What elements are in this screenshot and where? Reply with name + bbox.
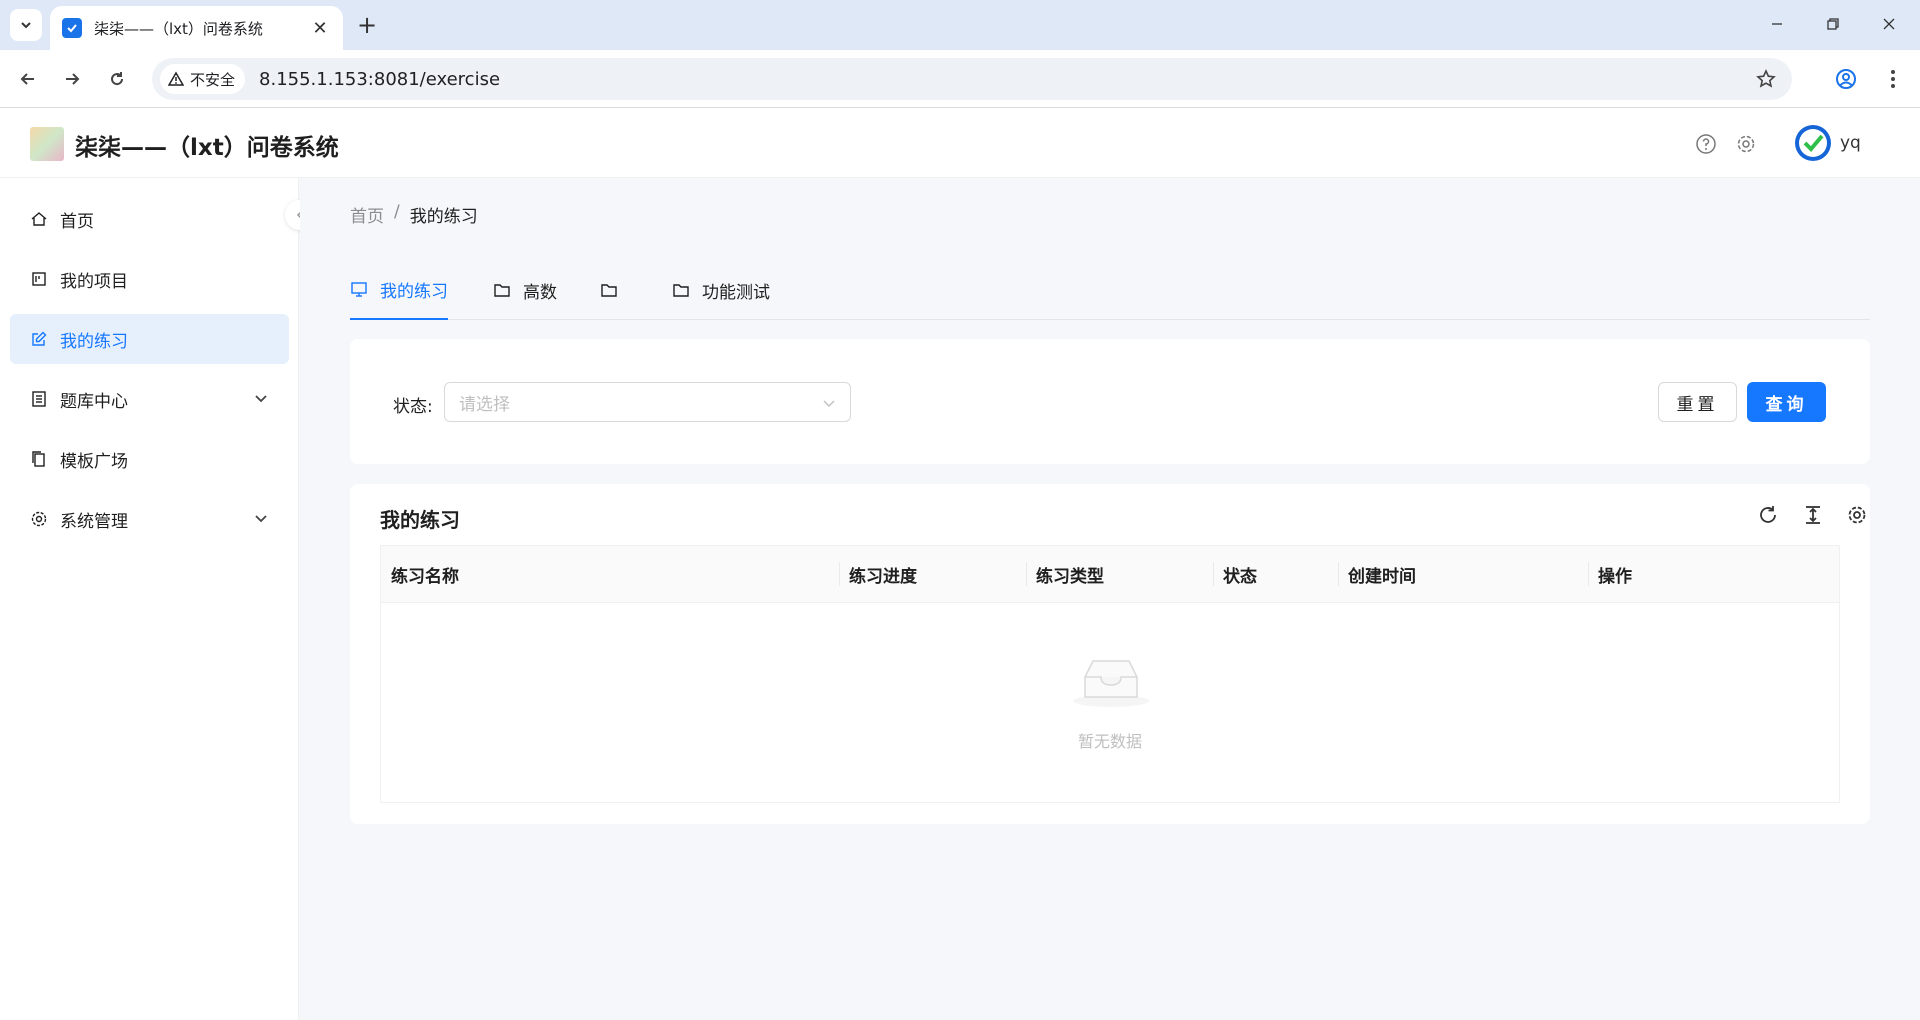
edit-icon (30, 330, 48, 348)
exercise-table: 练习名称 练习进度 练习类型 状态 创建时间 操作 暂无数据 (380, 545, 1840, 803)
app-logo[interactable] (30, 127, 64, 161)
empty-inbox-icon (1073, 660, 1149, 707)
security-label: 不安全 (190, 70, 236, 89)
tab-functional-test[interactable]: 功能测试 (672, 260, 770, 320)
arrow-right-icon (66, 73, 80, 85)
close-window-button[interactable] (1866, 8, 1912, 40)
reload-icon (111, 72, 124, 86)
sidebar-item-home[interactable]: 首页 (10, 194, 289, 244)
column-header-type[interactable]: 练习类型 (1026, 546, 1213, 603)
security-chip[interactable]: 不安全 (160, 64, 246, 94)
chevron-down-icon (21, 22, 31, 29)
monitor-icon (350, 280, 368, 298)
new-tab-button[interactable]: + (353, 11, 381, 39)
url-text[interactable]: 8.155.1.153:8081/exercise (259, 69, 500, 90)
filter-panel: 状态: 请选择 重置 查询 (350, 339, 1870, 464)
sidebar-item-exercises[interactable]: 我的练习 (10, 314, 289, 364)
status-filter-label: 状态: (393, 397, 433, 417)
browser-tab-bar: 柒柒——（lxt）问卷系统 ✕ + (0, 0, 1920, 50)
column-header-progress[interactable]: 练习进度 (839, 546, 1026, 603)
home-icon (30, 210, 48, 228)
breadcrumb: 首页 / 我的练习 (350, 202, 478, 227)
arrow-left-icon (20, 73, 34, 85)
tab-label: 功能测试 (702, 282, 770, 303)
sidebar-item-templates[interactable]: 模板广场 (10, 434, 289, 484)
account-circle-icon (1836, 69, 1856, 89)
reload-button[interactable] (101, 63, 133, 95)
tab-advanced-math[interactable]: 高数 (493, 260, 557, 320)
close-tab-icon[interactable]: ✕ (309, 17, 331, 39)
warning-icon (168, 71, 184, 86)
sidebar-item-label: 题库中心 (60, 391, 128, 412)
breadcrumb-separator: / (394, 202, 400, 222)
copy-icon (30, 450, 48, 468)
table-header: 练习名称 练习进度 练习类型 状态 创建时间 操作 (381, 546, 1839, 603)
book-icon (30, 390, 48, 408)
tab-unnamed-folder[interactable] (600, 260, 630, 320)
favicon-check-icon (62, 18, 82, 38)
empty-state: 暂无数据 (381, 603, 1839, 802)
tab-label: 高数 (523, 282, 557, 303)
browser-menu-button[interactable] (1877, 63, 1909, 95)
gear-icon (30, 510, 48, 528)
breadcrumb-current: 我的练习 (409, 207, 478, 227)
restore-button[interactable] (1810, 8, 1856, 40)
tab-my-exercises[interactable]: 我的练习 (350, 260, 448, 320)
forward-button[interactable] (56, 63, 88, 95)
tab-title: 柒柒——（lxt）问卷系统 (94, 19, 263, 38)
sidebar-item-label: 系统管理 (60, 511, 128, 532)
address-bar[interactable]: 不安全 8.155.1.153:8081/exercise (152, 58, 1792, 100)
reset-button[interactable]: 重置 (1658, 382, 1737, 422)
avatar[interactable] (1795, 125, 1831, 161)
browser-tab[interactable]: 柒柒——（lxt）问卷系统 ✕ (50, 6, 343, 50)
bookmark-star-icon[interactable] (1754, 67, 1778, 91)
sidebar-item-system[interactable]: 系统管理 (10, 494, 289, 544)
empty-text: 暂无数据 (1077, 732, 1142, 751)
column-header-status[interactable]: 状态 (1213, 546, 1338, 603)
minimize-icon (1772, 23, 1782, 25)
chevron-down-icon (823, 400, 835, 407)
query-button[interactable]: 查询 (1747, 382, 1826, 422)
tab-search-button[interactable] (10, 9, 42, 41)
exercise-table-card: 我的练习 练习名称 练习进度 练习类型 状态 创建时间 操作 暂无数据 (350, 484, 1870, 824)
project-icon (30, 270, 48, 288)
sidebar-item-label: 模板广场 (60, 451, 128, 472)
chevron-down-icon (255, 395, 267, 403)
more-vertical-icon (1891, 70, 1895, 88)
profile-button[interactable] (1830, 63, 1862, 95)
exercise-tabs: 我的练习 高数 功能测试 (350, 260, 1870, 320)
refresh-icon[interactable] (1755, 502, 1781, 528)
sidebar-item-question-bank[interactable]: 题库中心 (10, 374, 289, 424)
browser-toolbar: 不安全 8.155.1.153:8081/exercise (0, 50, 1920, 108)
restore-icon (1827, 18, 1839, 30)
username[interactable]: yq (1840, 133, 1861, 153)
column-header-created[interactable]: 创建时间 (1338, 546, 1588, 603)
status-select-placeholder: 请选择 (459, 394, 510, 415)
folder-icon (672, 281, 690, 299)
close-icon (1883, 18, 1895, 30)
table-settings-icon[interactable] (1844, 502, 1870, 528)
table-title: 我的练习 (380, 508, 460, 532)
sidebar-item-label: 我的项目 (60, 271, 128, 292)
help-icon[interactable] (1694, 132, 1718, 156)
settings-gear-icon[interactable] (1734, 132, 1758, 156)
status-select[interactable]: 请选择 (444, 382, 851, 422)
column-height-icon[interactable] (1800, 502, 1826, 528)
app-header: 柒柒——（lxt）问卷系统 yq (0, 108, 1920, 178)
column-header-name[interactable]: 练习名称 (381, 546, 839, 603)
back-button[interactable] (12, 63, 44, 95)
sidebar-item-label: 首页 (60, 211, 94, 232)
breadcrumb-home[interactable]: 首页 (350, 202, 384, 227)
column-header-actions: 操作 (1598, 567, 1632, 587)
sidebar: 首页 我的项目 我的练习 题库中心 模板广场 系统管理 (0, 178, 299, 1020)
minimize-button[interactable] (1754, 8, 1800, 40)
sidebar-item-projects[interactable]: 我的项目 (10, 254, 289, 304)
folder-icon (600, 281, 618, 299)
tab-label: 我的练习 (380, 281, 448, 302)
main-content: 首页 / 我的练习 我的练习 高数 功能测试 状态: 请选择 重置 查询 我的练… (300, 178, 1920, 1020)
app-title: 柒柒——（lxt）问卷系统 (75, 135, 339, 161)
sidebar-item-label: 我的练习 (60, 331, 128, 352)
folder-icon (493, 281, 511, 299)
chevron-down-icon (255, 515, 267, 523)
